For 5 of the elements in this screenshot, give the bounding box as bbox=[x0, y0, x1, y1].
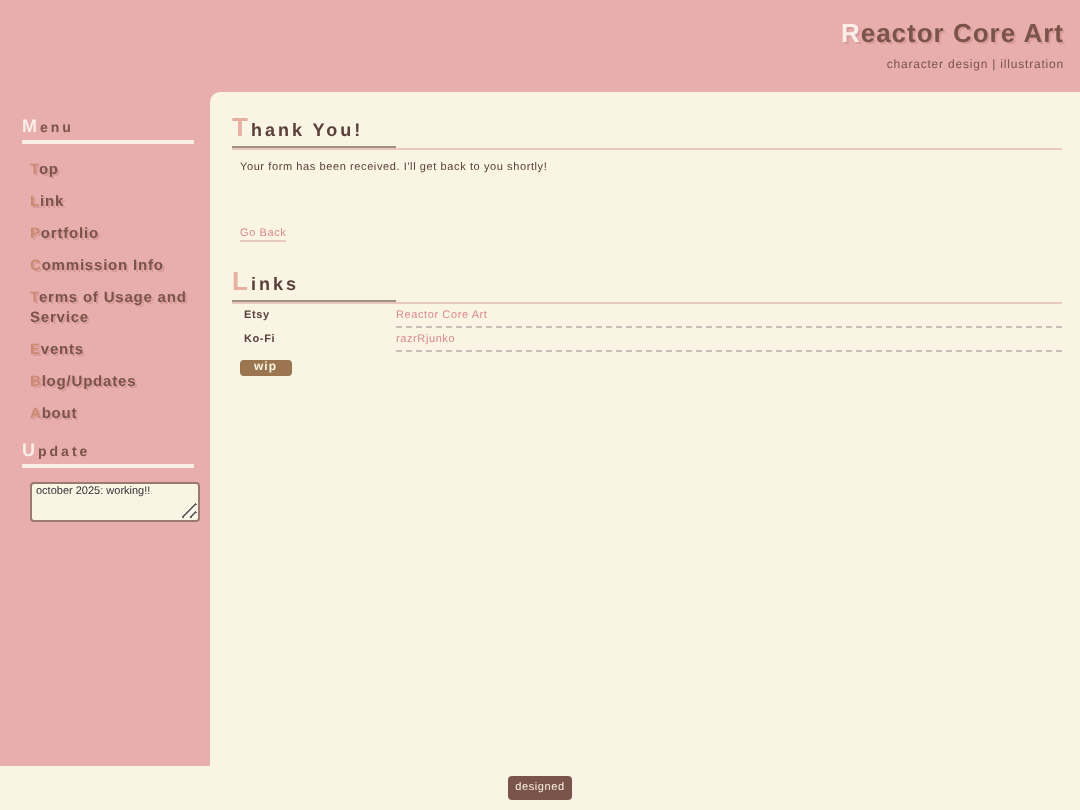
section-heading: Thank You! bbox=[232, 112, 1062, 150]
site-title: Reactor Core Art bbox=[840, 18, 1064, 48]
section-heading: Links bbox=[232, 266, 1062, 304]
menu-heading: Menu bbox=[22, 116, 194, 144]
update-heading: Update bbox=[22, 440, 194, 468]
